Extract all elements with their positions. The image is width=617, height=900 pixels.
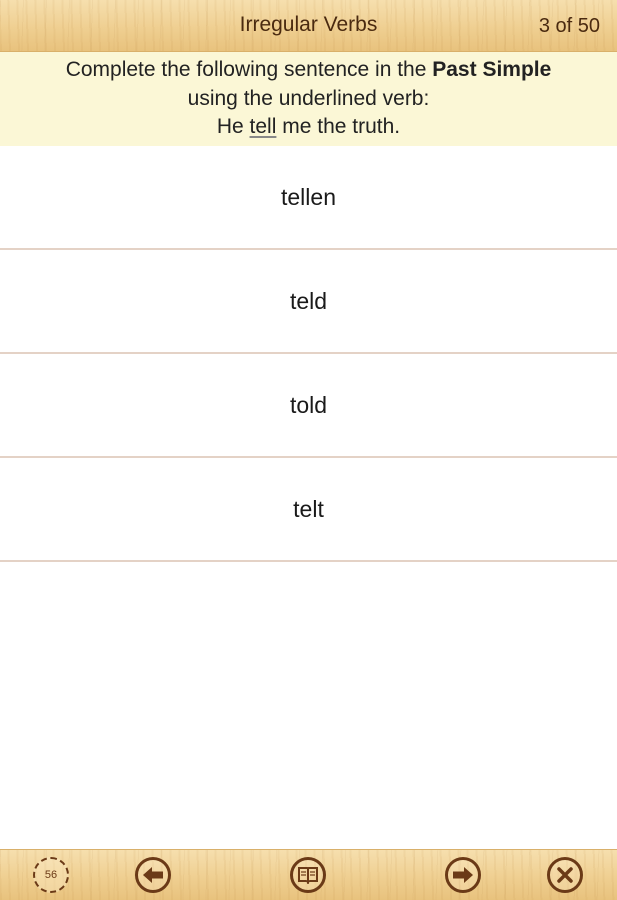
back-arrow-icon[interactable] [135,857,171,893]
question-counter: 3 of 50 [538,15,600,37]
tense-label: Past Simple [432,58,552,81]
sentence-before: He [216,115,250,138]
page-title: Irregular Verbs [239,13,378,36]
answer-option-4[interactable]: telt [0,458,617,562]
question-panel: Complete the following sentence in the P… [0,52,617,146]
instruction-prefix: Complete the following sentence in the [65,58,433,81]
title-bar: Irregular Verbs 3 of 50 [0,0,617,52]
sentence-after: me the truth. [276,115,401,138]
timer-value: 56 [44,869,58,881]
underlined-verb: tell [249,115,277,138]
instruction-line-2: using the underlined verb: [187,86,430,110]
book-icon[interactable] [290,857,326,893]
answer-option-1[interactable]: tellen [0,146,617,250]
forward-arrow-icon[interactable] [445,857,481,893]
answer-option-2[interactable]: teld [0,250,617,354]
close-icon[interactable] [547,857,583,893]
answer-list: tellen teld told telt [0,146,617,562]
answer-option-3[interactable]: told [0,354,617,458]
instruction-line-1: Complete the following sentence in the P… [0,56,617,85]
sentence: He tell me the truth. [0,113,617,142]
timer-icon[interactable]: 56 [33,857,69,893]
bottom-toolbar: 56 [0,849,617,900]
